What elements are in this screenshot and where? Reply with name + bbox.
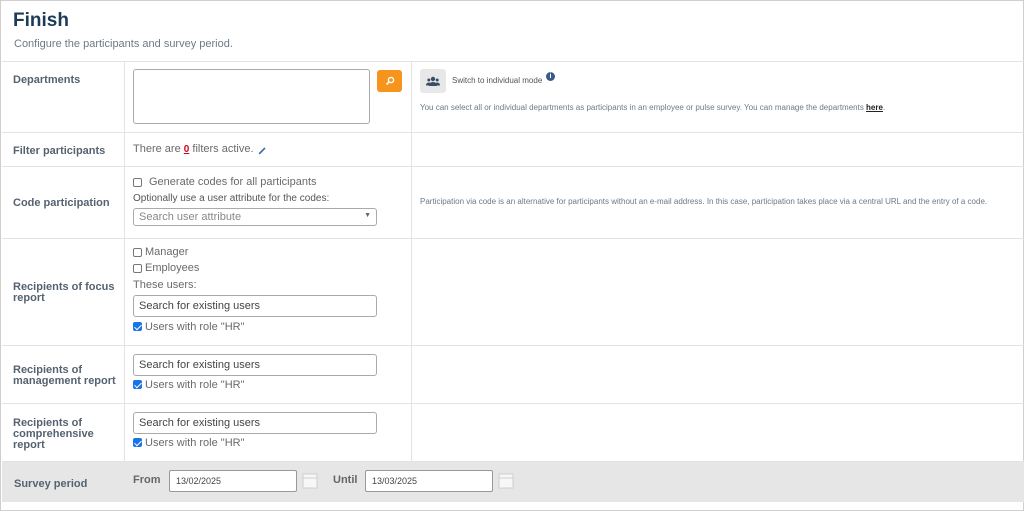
departments-label-text: Departments (13, 74, 81, 86)
management-empty-cell (412, 346, 1024, 403)
manage-departments-link[interactable]: here (866, 103, 883, 112)
management-hr-label: Users with role "HR" (145, 379, 245, 391)
management-user-search[interactable]: Search for existing users (133, 354, 377, 376)
comprehensive-hr-label: Users with role "HR" (145, 437, 245, 449)
until-date-input[interactable]: 13/03/2025 (365, 470, 493, 492)
manager-label: Manager (145, 246, 189, 258)
from-label: From (133, 474, 161, 486)
generate-codes-label: Generate codes for all participants (149, 176, 317, 188)
departments-input-cell (125, 62, 412, 132)
employees-label: Employees (145, 262, 200, 274)
filter-label: Filter participants (2, 133, 125, 166)
departments-help-text: You can select all or individual departm… (420, 103, 885, 112)
focus-empty-cell (412, 239, 1024, 345)
until-date-value: 13/03/2025 (372, 476, 418, 486)
management-label: Recipients of management report (2, 346, 125, 403)
filter-cell: There are 0 filters active. (125, 133, 412, 166)
focus-hr-checkbox[interactable] (133, 322, 142, 331)
focus-user-search[interactable]: Search for existing users (133, 295, 377, 317)
survey-period-cell: From 13/02/2025 Until 13/03/2025 (125, 462, 1024, 502)
user-attribute-placeholder: Search user attribute (139, 211, 242, 223)
from-date-value: 13/02/2025 (176, 476, 222, 486)
these-users-label: These users: (133, 279, 197, 291)
focus-label-text: Recipients of focus report (13, 282, 114, 304)
generate-codes-checkbox[interactable] (133, 178, 142, 187)
departments-row: Departments Switch to individual mode i … (2, 62, 1024, 133)
code-row: Code participation Generate codes for al… (2, 167, 1024, 239)
filter-status: There are 0 filters active. (133, 143, 254, 155)
departments-help-body: You can select all or individual departm… (420, 103, 867, 112)
info-icon[interactable]: i (546, 72, 555, 81)
management-label-line2: management report (13, 375, 116, 387)
comprehensive-hr-checkbox[interactable] (133, 438, 142, 447)
comprehensive-user-search[interactable]: Search for existing users (133, 412, 377, 434)
survey-period-row: Survey period From 13/02/2025 Until 13/0… (2, 462, 1024, 502)
departments-help-cell: Switch to individual mode i You can sele… (412, 62, 1024, 132)
filter-row: Filter participants There are 0 filters … (2, 133, 1024, 167)
focus-hr-label: Users with role "HR" (145, 321, 245, 333)
users-icon (426, 76, 440, 86)
filter-prefix: There are (133, 143, 181, 155)
calendar-icon[interactable] (498, 472, 514, 489)
departments-label: Departments (2, 62, 125, 132)
employees-checkbox[interactable] (133, 264, 142, 273)
code-cell: Generate codes for all participants Opti… (125, 167, 412, 238)
manager-checkbox[interactable] (133, 248, 142, 257)
management-row: Recipients of management report Search f… (2, 346, 1024, 404)
comprehensive-label-text: Recipients of comprehensive report (13, 418, 94, 451)
chevron-down-icon: ▼ (364, 212, 371, 219)
focus-label: Recipients of focus report (2, 239, 125, 345)
attribute-hint: Optionally use a user attribute for the … (133, 193, 330, 204)
survey-period-label-text: Survey period (14, 478, 88, 490)
filter-empty-cell (412, 133, 1024, 166)
management-hr-checkbox[interactable] (133, 380, 142, 389)
management-user-search-placeholder: Search for existing users (139, 359, 261, 371)
from-date-input[interactable]: 13/02/2025 (169, 470, 297, 492)
comprehensive-empty-cell (412, 404, 1024, 461)
finish-panel: Finish Configure the participants and su… (0, 0, 1024, 511)
settings-table: Departments Switch to individual mode i … (2, 61, 1024, 502)
code-help-cell: Participation via code is an alternative… (412, 167, 1024, 238)
focus-row: Recipients of focus report Manager Emplo… (2, 239, 1024, 346)
page-subtitle: Configure the participants and survey pe… (14, 38, 233, 50)
comprehensive-user-search-placeholder: Search for existing users (139, 417, 261, 429)
search-icon (385, 76, 394, 86)
focus-user-search-placeholder: Search for existing users (139, 300, 261, 312)
code-help-text: Participation via code is an alternative… (420, 197, 988, 206)
focus-label-line2: report (13, 292, 45, 304)
until-label: Until (333, 474, 358, 486)
filter-suffix: filters active. (192, 143, 254, 155)
departments-help-end: . (882, 103, 886, 112)
departments-search-button[interactable] (377, 70, 402, 92)
code-label: Code participation (2, 167, 125, 238)
comprehensive-cell: Search for existing users Users with rol… (125, 404, 412, 461)
filter-label-text: Filter participants (13, 145, 106, 157)
filter-count-link[interactable]: 0 (184, 144, 190, 155)
switch-mode-button[interactable] (420, 69, 446, 93)
code-label-text: Code participation (13, 197, 110, 209)
comprehensive-label: Recipients of comprehensive report (2, 404, 125, 461)
switch-mode-label[interactable]: Switch to individual mode (452, 76, 542, 85)
survey-period-label: Survey period (2, 462, 125, 502)
focus-cell: Manager Employees These users: Search fo… (125, 239, 412, 345)
management-label-text: Recipients of management report (13, 365, 116, 387)
management-cell: Search for existing users Users with rol… (125, 346, 412, 403)
page-title: Finish (13, 10, 69, 31)
comprehensive-row: Recipients of comprehensive report Searc… (2, 404, 1024, 462)
pencil-icon[interactable] (258, 146, 267, 155)
calendar-icon[interactable] (302, 472, 318, 489)
departments-field[interactable] (133, 69, 370, 124)
comprehensive-label-line3: report (13, 439, 45, 451)
user-attribute-select[interactable]: Search user attribute ▼ (133, 208, 377, 226)
